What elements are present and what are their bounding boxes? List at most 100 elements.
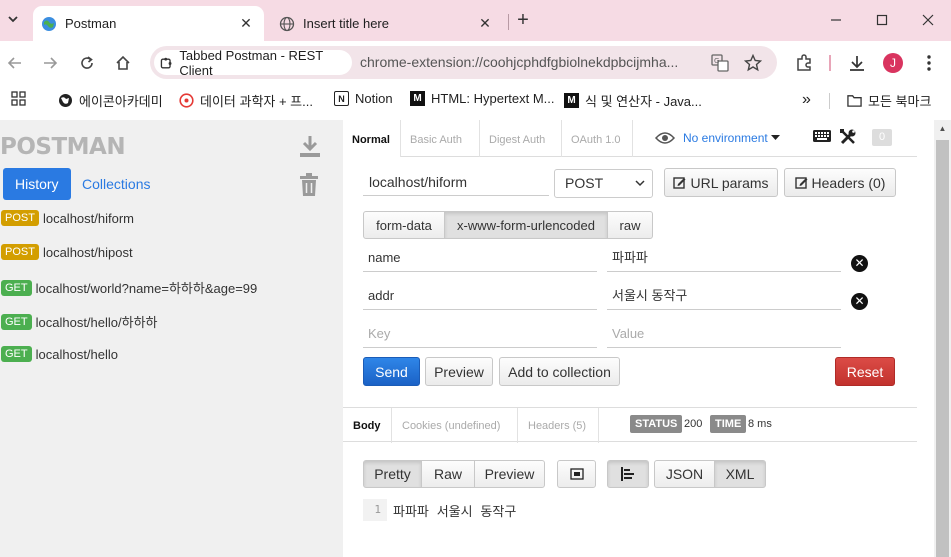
close-icon[interactable]: ✕ [236,14,256,34]
bookmarks-bar: 에이콘아카데미 데이터 과학자 + 프... N Notion M HTML: … [0,85,951,115]
all-bookmarks-button[interactable]: 모든 북마크 [847,91,931,110]
url-text[interactable]: chrome-extension://coohjcphdfgbiolnekdpb… [360,54,696,70]
site-info-chip[interactable]: Tabbed Postman - REST Client [154,48,352,78]
format-preview[interactable]: Preview [474,460,545,488]
request-url-input[interactable] [363,168,549,196]
history-item[interactable]: POST localhost/hipost [1,244,133,260]
history-item[interactable]: GET localhost/world?name=하하하&age=99 [1,278,257,297]
tab-insert-title[interactable]: Insert title here ✕ [271,6,503,41]
mdn-icon: M [410,91,425,106]
tools-icon[interactable] [839,128,859,146]
scrollbar-thumb[interactable] [936,140,949,557]
bookmark-item[interactable]: M 식 및 연산자 - Java... [564,91,702,110]
add-to-collection-button[interactable]: Add to collection [499,357,620,386]
svg-text:G: G [714,57,719,65]
apps-button[interactable] [11,91,27,107]
bookmark-item[interactable]: 데이터 과학자 + 프... [179,91,313,110]
response-text: 파파파 서울시 동작구 [393,504,517,520]
format-raw[interactable]: Raw [421,460,475,488]
response-body: 1 파파파 서울시 동작구 [363,499,516,521]
environment-selector[interactable]: No environment [655,131,780,145]
new-tab-button[interactable]: + [512,9,534,31]
body-mode-raw[interactable]: raw [607,211,653,239]
status-value: 200 [684,418,703,430]
method-select[interactable]: POST [554,169,653,198]
format-pretty[interactable]: Pretty [363,460,422,488]
history-item[interactable]: GET localhost/hello/하하하 [1,312,158,331]
close-icon[interactable]: ✕ [475,14,495,34]
browser-tab-bar: Postman ✕ Insert title here ✕ + [0,0,951,41]
tab-headers[interactable]: Headers (5) [518,408,599,443]
param-key-field[interactable]: name [363,244,597,272]
bookmark-label: HTML: Hypertext M... [431,91,555,106]
back-button[interactable] [3,51,27,75]
history-item[interactable]: GET localhost/hello [1,346,118,362]
reset-button[interactable]: Reset [835,357,895,386]
close-window-button[interactable] [917,9,939,31]
line-number: 1 [363,499,387,521]
download-icon[interactable] [299,134,321,158]
edit-icon [673,177,686,189]
delete-param-icon[interactable]: ✕ [851,255,868,272]
tab-postman[interactable]: Postman ✕ [33,6,264,41]
history-url: localhost/hiform [42,210,134,226]
home-button[interactable] [111,51,135,75]
new-key-field[interactable]: Key [363,320,597,348]
bookmark-item[interactable]: N Notion [334,91,393,106]
bookmark-label: Notion [355,91,393,106]
tab-search-button[interactable] [2,8,24,30]
address-bar[interactable]: Tabbed Postman - REST Client chrome-exte… [150,46,777,79]
bookmark-item[interactable]: M HTML: Hypertext M... [410,91,555,106]
fullscreen-button[interactable] [557,460,596,488]
headers-button[interactable]: Headers (0) [784,168,896,197]
time-label: TIME [710,415,747,433]
type-json[interactable]: JSON [654,460,715,488]
bookmark-star-icon[interactable] [743,53,763,73]
param-value-field[interactable]: 파파파 [607,244,841,272]
maximize-button[interactable] [871,9,893,31]
downloads-button[interactable] [845,51,869,75]
history-item[interactable]: POST localhost/hiform [1,210,134,226]
tab-body[interactable]: Body [343,408,392,443]
body-mode-form-data[interactable]: form-data [363,211,445,239]
translate-icon[interactable]: G [710,53,730,73]
delete-param-icon[interactable]: ✕ [851,293,868,310]
scroll-up-icon[interactable]: ▲ [936,124,949,136]
chrome-menu-button[interactable] [917,51,941,75]
tab-normal[interactable]: Normal [343,120,401,157]
bookmark-item[interactable]: 에이콘아카데미 [58,91,163,110]
reload-button[interactable] [75,51,99,75]
globe-icon [279,16,295,31]
trash-icon[interactable] [299,173,321,197]
param-value-field[interactable]: 서울시 동작구 [607,282,841,310]
extensions-button[interactable] [792,51,816,75]
method-badge: GET [1,279,32,296]
minimize-button[interactable] [825,9,847,31]
history-url: localhost/world?name=하하하&age=99 [35,281,258,296]
time-value: 8 ms [748,418,772,430]
tab-collections[interactable]: Collections [70,168,162,200]
keyboard-icon[interactable] [812,128,832,146]
tab-cookies[interactable]: Cookies (undefined) [392,408,518,443]
new-value-field[interactable]: Value [607,320,841,348]
tab-basic-auth[interactable]: Basic Auth [401,120,480,157]
body-mode-urlencoded[interactable]: x-www-form-urlencoded [444,211,608,239]
tab-oauth[interactable]: OAuth 1.0 [562,120,633,157]
type-xml[interactable]: XML [714,460,766,488]
wrap-button[interactable] [607,460,649,488]
tab-digest-auth[interactable]: Digest Auth [480,120,562,157]
more-vertical-icon [927,55,931,71]
forward-button[interactable] [38,51,62,75]
profile-avatar[interactable]: J [881,51,905,75]
environment-label: No environment [683,131,768,145]
preview-button[interactable]: Preview [425,357,493,386]
bookmark-label: 데이터 과학자 + 프... [200,94,313,109]
mdn-icon: M [564,93,579,108]
param-key-field[interactable]: addr [363,282,597,310]
bookmarks-overflow-button[interactable]: » [802,91,811,109]
align-icon [621,467,634,481]
tab-history[interactable]: History [3,168,71,200]
url-params-button[interactable]: URL params [664,168,778,197]
expand-icon [569,468,584,480]
send-button[interactable]: Send [363,357,420,386]
